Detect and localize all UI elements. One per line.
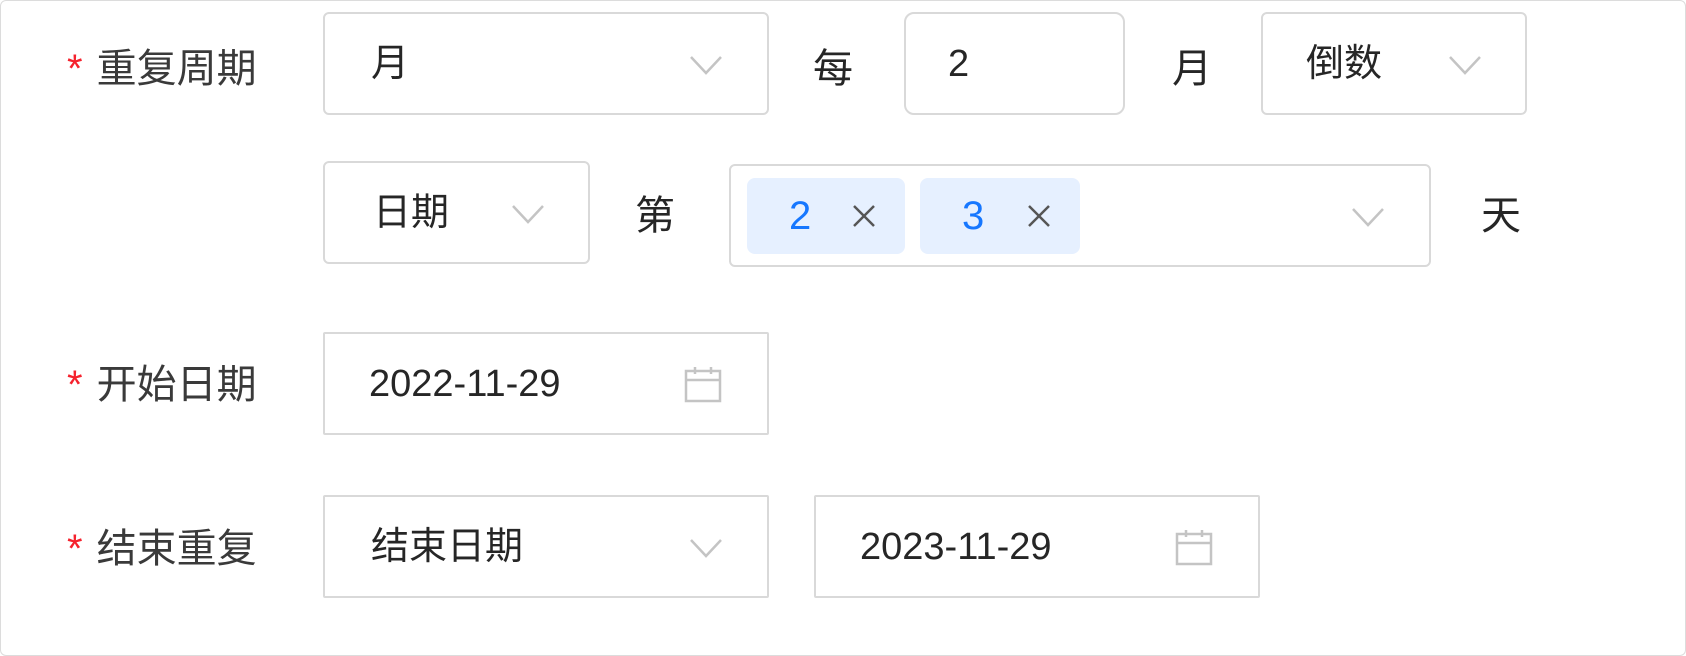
end-repeat-label-text: 结束重复: [96, 527, 257, 571]
interval-input-value: 2: [948, 42, 970, 85]
end-type-select-value: 结束日期: [371, 525, 524, 568]
required-asterisk: *: [67, 527, 83, 571]
form-panel: * 重复周期 月 每 2 月 倒数 日期 第 2 3 天 * 开始日期 2022…: [0, 0, 1686, 656]
end-date-value: 2023-11-29: [860, 525, 1052, 568]
required-asterisk: *: [67, 363, 83, 407]
chevron-down-icon: [690, 56, 722, 75]
interval-unit: 月: [1172, 47, 1212, 91]
selected-day-value: 2: [789, 194, 812, 238]
required-asterisk: *: [67, 47, 83, 91]
order-select[interactable]: 倒数: [1261, 12, 1527, 115]
start-date-label-text: 开始日期: [96, 363, 257, 407]
start-date-picker[interactable]: 2022-11-29: [323, 332, 769, 435]
every-prefix: 每: [813, 47, 853, 91]
calendar-icon: [684, 367, 722, 403]
selected-day-tag: 2: [747, 178, 905, 254]
chevron-down-icon: [1449, 56, 1481, 75]
repeat-cycle-label: * 重复周期: [67, 49, 257, 89]
close-icon[interactable]: [1026, 203, 1052, 229]
start-date-value: 2022-11-29: [369, 362, 561, 405]
interval-input[interactable]: 2: [904, 12, 1125, 115]
repeat-unit-select-value: 月: [371, 42, 410, 85]
order-select-value: 倒数: [1306, 42, 1383, 85]
end-date-picker[interactable]: 2023-11-29: [814, 495, 1260, 598]
end-repeat-label: * 结束重复: [67, 529, 257, 569]
days-multiselect[interactable]: 2 3: [729, 164, 1431, 267]
start-date-label: * 开始日期: [67, 365, 257, 405]
chevron-down-icon: [690, 539, 722, 558]
nth-prefix: 第: [635, 194, 675, 238]
repeat-cycle-label-text: 重复周期: [96, 47, 257, 91]
repeat-unit-select[interactable]: 月: [323, 12, 769, 115]
mode-select[interactable]: 日期: [323, 161, 590, 264]
chevron-down-icon: [1352, 208, 1384, 227]
chevron-down-icon: [512, 205, 544, 224]
selected-day-tag: 3: [920, 178, 1080, 254]
close-icon[interactable]: [851, 203, 877, 229]
day-suffix: 天: [1481, 194, 1521, 238]
selected-day-value: 3: [962, 194, 985, 238]
mode-select-value: 日期: [373, 191, 450, 234]
end-type-select[interactable]: 结束日期: [323, 495, 769, 598]
calendar-icon: [1175, 530, 1213, 566]
